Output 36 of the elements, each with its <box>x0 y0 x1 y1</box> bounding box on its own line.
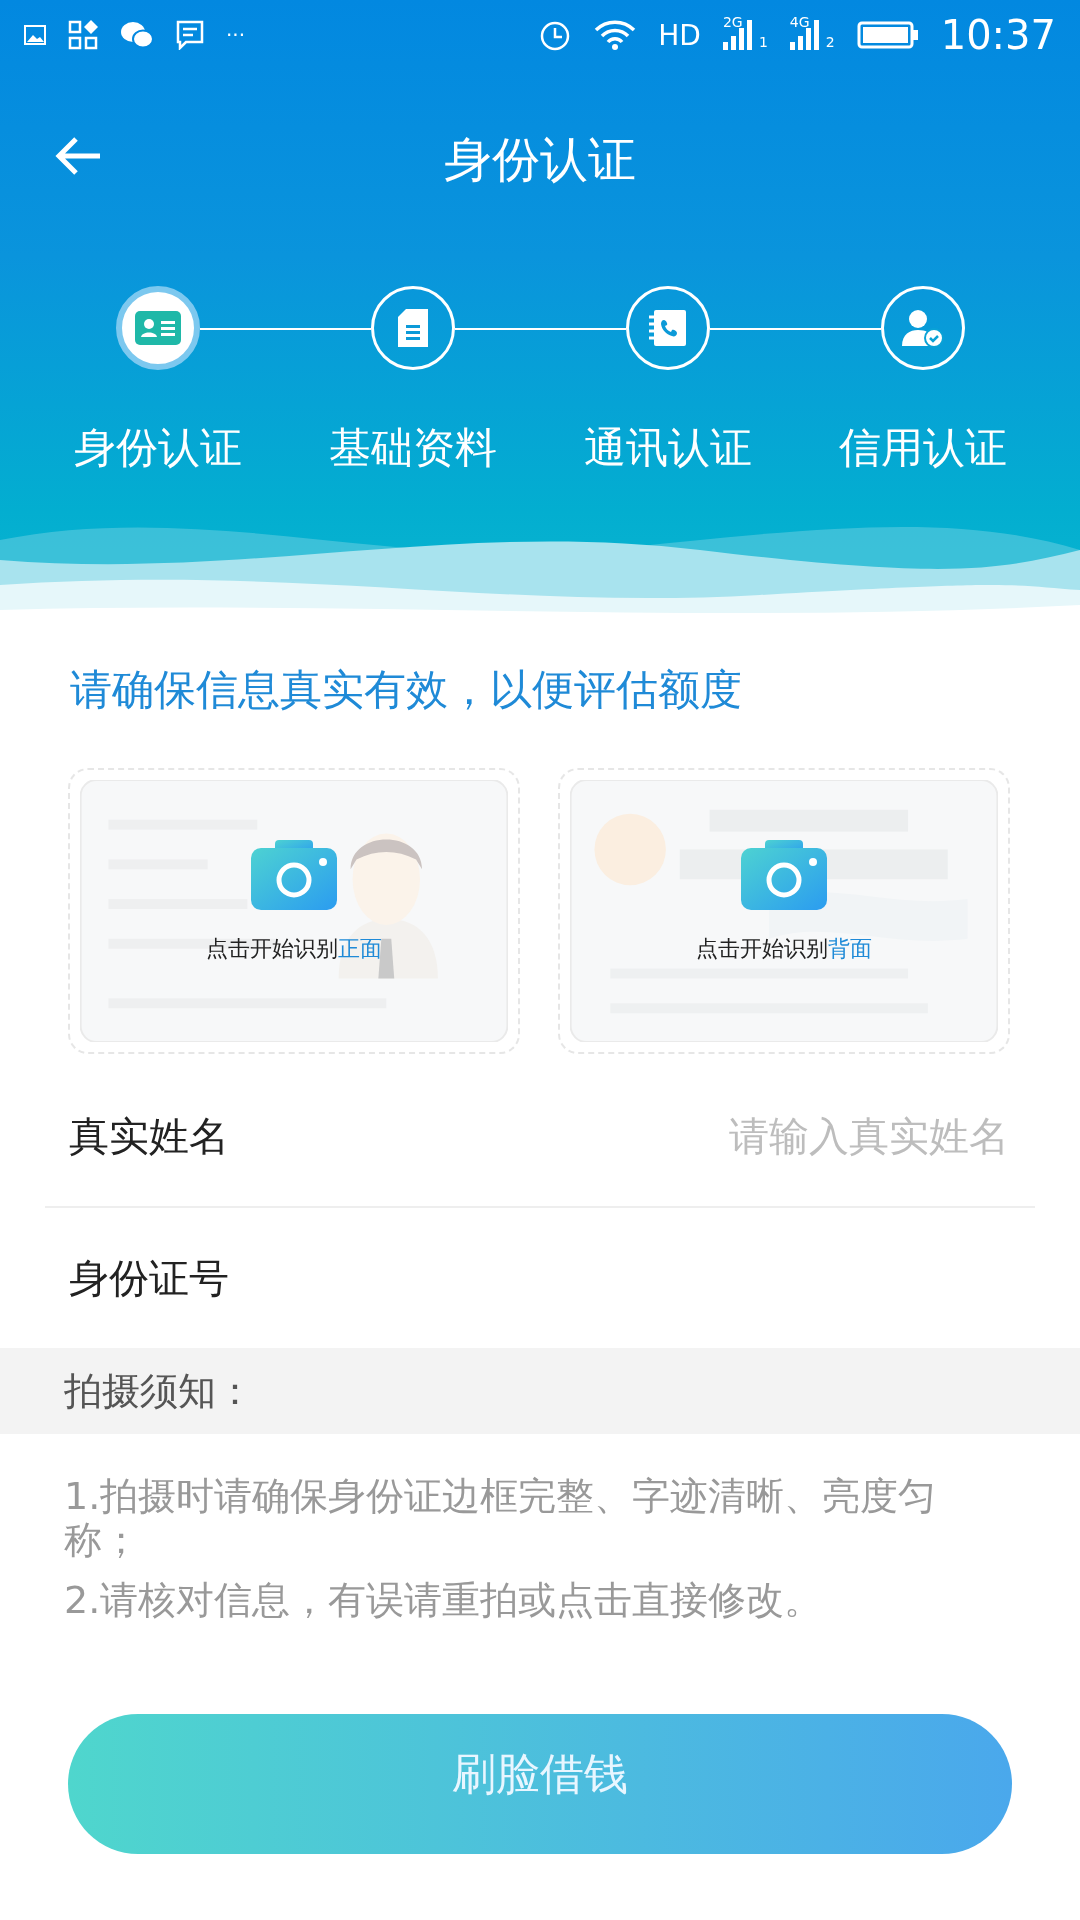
more-notifications: ··· <box>226 23 246 47</box>
step-label: 通讯认证 <box>583 422 752 474</box>
tip-text: 2.请核对信息，有误请重拍或点击直接修改。 <box>64 1578 824 1622</box>
image-icon <box>24 25 46 45</box>
message-icon <box>176 20 204 50</box>
user-check-icon <box>901 308 944 348</box>
wifi-icon <box>594 19 637 51</box>
signal-type: 4G <box>789 14 810 30</box>
tips-title: 拍摄须知： <box>64 1367 254 1415</box>
back-arrow-icon <box>54 136 102 176</box>
signal-type: 2G <box>722 14 743 30</box>
apps-icon <box>68 20 98 50</box>
step-label: 信用认证 <box>838 422 1007 474</box>
phone-book-icon <box>647 308 688 348</box>
chat-bubbles-icon <box>120 21 154 49</box>
input-field[interactable]: 请输入真实姓名 <box>229 1112 1011 1160</box>
field-label: 真实姓名 <box>69 1111 229 1161</box>
page-title: 身份认证 <box>444 130 636 189</box>
upload-caption: 点击开始识别背面 <box>696 935 872 963</box>
sim-number: 1 <box>758 34 768 50</box>
id-card-upload[interactable]: 点击开始识别背面 <box>558 768 1010 1054</box>
camera-icon <box>741 840 827 910</box>
id-card-upload[interactable]: 点击开始识别正面 <box>68 768 520 1054</box>
sim-number: 2 <box>825 34 835 50</box>
notice-text: 请确保信息真实有效，以便评估额度 <box>70 664 743 716</box>
document-icon <box>397 309 428 347</box>
upload-caption: 点击开始识别正面 <box>206 935 382 963</box>
id-card-icon <box>134 311 181 345</box>
clock-time: 10:37 <box>940 12 1056 58</box>
field-label: 身份证号 <box>69 1253 229 1303</box>
tip-text: 1.拍摄时请确保身份证边框完整、字迹清晰、亮度匀称； <box>64 1474 938 1562</box>
battery-icon <box>856 21 919 49</box>
network-type: HD <box>658 18 701 52</box>
camera-icon <box>251 840 337 910</box>
step-label: 身份认证 <box>73 422 242 474</box>
step-label: 基础资料 <box>328 422 497 474</box>
